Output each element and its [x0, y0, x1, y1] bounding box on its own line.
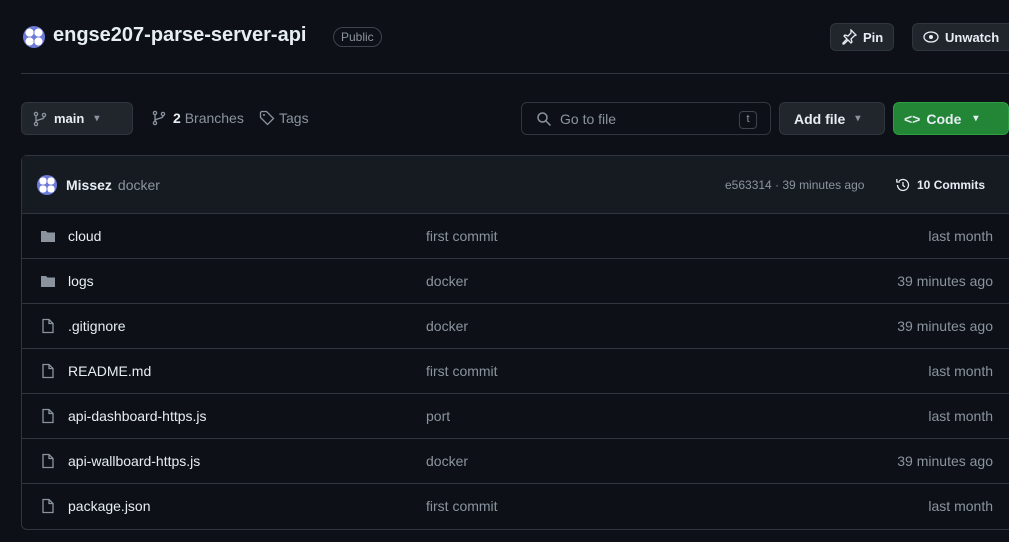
- file-name[interactable]: logs: [68, 273, 426, 289]
- eye-icon: [923, 29, 939, 45]
- branches-label: Branches: [184, 110, 244, 126]
- file-commit-time: last month: [928, 228, 993, 244]
- branch-icon: [32, 111, 48, 127]
- pin-button[interactable]: Pin: [830, 23, 895, 51]
- chevron-down-icon: ▾: [855, 113, 861, 124]
- file-name[interactable]: package.json: [68, 498, 426, 514]
- file-icon: [40, 498, 56, 514]
- branches-count: 2: [173, 110, 181, 126]
- go-to-file-input[interactable]: Go to file t: [521, 102, 771, 135]
- file-commit-time: last month: [928, 408, 993, 424]
- folder-icon: [40, 273, 56, 289]
- file-commit-message[interactable]: first commit: [426, 363, 726, 379]
- file-commit-message[interactable]: first commit: [426, 498, 726, 514]
- file-row[interactable]: logs docker 39 minutes ago: [21, 258, 1009, 303]
- branches-link[interactable]: 2 Branches: [151, 110, 244, 126]
- file-name[interactable]: cloud: [68, 228, 426, 244]
- commit-message[interactable]: docker: [118, 177, 160, 193]
- file-commit-time: last month: [928, 498, 993, 514]
- file-commit-time: 39 minutes ago: [897, 318, 993, 334]
- code-label: Code: [926, 110, 962, 127]
- file-icon: [40, 363, 56, 379]
- tag-icon: [259, 110, 275, 126]
- branch-selector[interactable]: main ▾: [21, 102, 133, 135]
- file-row[interactable]: .gitignore docker 39 minutes ago: [21, 303, 1009, 348]
- code-button[interactable]: <> Code ▾: [893, 102, 1009, 135]
- chevron-down-icon: ▾: [973, 113, 979, 124]
- file-row[interactable]: api-dashboard-https.js port last month: [21, 393, 1009, 438]
- file-commit-time: last month: [928, 363, 993, 379]
- file-icon: [40, 453, 56, 469]
- shortcut-key: t: [739, 111, 757, 129]
- repo-name[interactable]: engse207-parse-server-api: [53, 24, 306, 47]
- unwatch-button[interactable]: Unwatch: [912, 23, 1009, 51]
- avatar[interactable]: [37, 174, 57, 195]
- commits-count: 10: [917, 177, 931, 192]
- file-commit-time: 39 minutes ago: [897, 453, 993, 469]
- folder-icon: [40, 228, 56, 244]
- chevron-down-icon: ▾: [94, 113, 100, 124]
- file-row[interactable]: README.md first commit last month: [21, 348, 1009, 393]
- tags-label: Tags: [279, 110, 309, 126]
- file-commit-message[interactable]: docker: [426, 273, 726, 289]
- file-row[interactable]: package.json first commit last month: [21, 483, 1009, 528]
- tags-link[interactable]: Tags: [259, 110, 309, 126]
- file-icon: [40, 318, 56, 334]
- commit-hash-time[interactable]: e563314 · 39 minutes ago: [725, 178, 864, 192]
- code-icon: <>: [904, 110, 921, 127]
- file-commit-time: 39 minutes ago: [897, 273, 993, 289]
- file-icon: [40, 408, 56, 424]
- commits-link[interactable]: 10 Commits: [895, 177, 985, 193]
- commit-author[interactable]: Missez: [66, 177, 112, 193]
- commits-label: Commits: [933, 177, 986, 192]
- add-file-button[interactable]: Add file ▾: [779, 102, 885, 135]
- search-placeholder: Go to file: [560, 110, 617, 127]
- unwatch-label: Unwatch: [945, 29, 1000, 45]
- file-commit-message[interactable]: port: [426, 408, 726, 424]
- file-name[interactable]: .gitignore: [68, 318, 426, 334]
- file-name[interactable]: api-dashboard-https.js: [68, 408, 426, 424]
- pin-label: Pin: [863, 29, 884, 45]
- file-row[interactable]: api-wallboard-https.js docker 39 minutes a…: [21, 438, 1009, 483]
- branch-name: main: [54, 111, 85, 126]
- file-commit-message[interactable]: docker: [426, 453, 726, 469]
- file-name[interactable]: api-wallboard-https.js: [68, 453, 426, 469]
- history-icon: [895, 177, 911, 193]
- header-divider: [21, 73, 1009, 74]
- file-name[interactable]: README.md: [68, 363, 426, 379]
- add-file-label: Add file: [794, 110, 846, 127]
- file-row[interactable]: cloud first commit last month: [21, 213, 1009, 258]
- branch-icon: [151, 110, 167, 126]
- pin-icon: [841, 29, 857, 45]
- repo-owner-avatar[interactable]: [23, 26, 45, 48]
- search-icon: [536, 111, 552, 127]
- latest-commit-bar: Missez docker e563314 · 39 minutes ago 1…: [22, 156, 1009, 213]
- file-commit-message[interactable]: docker: [426, 318, 726, 334]
- file-commit-message[interactable]: first commit: [426, 228, 726, 244]
- visibility-badge: Public: [333, 27, 382, 47]
